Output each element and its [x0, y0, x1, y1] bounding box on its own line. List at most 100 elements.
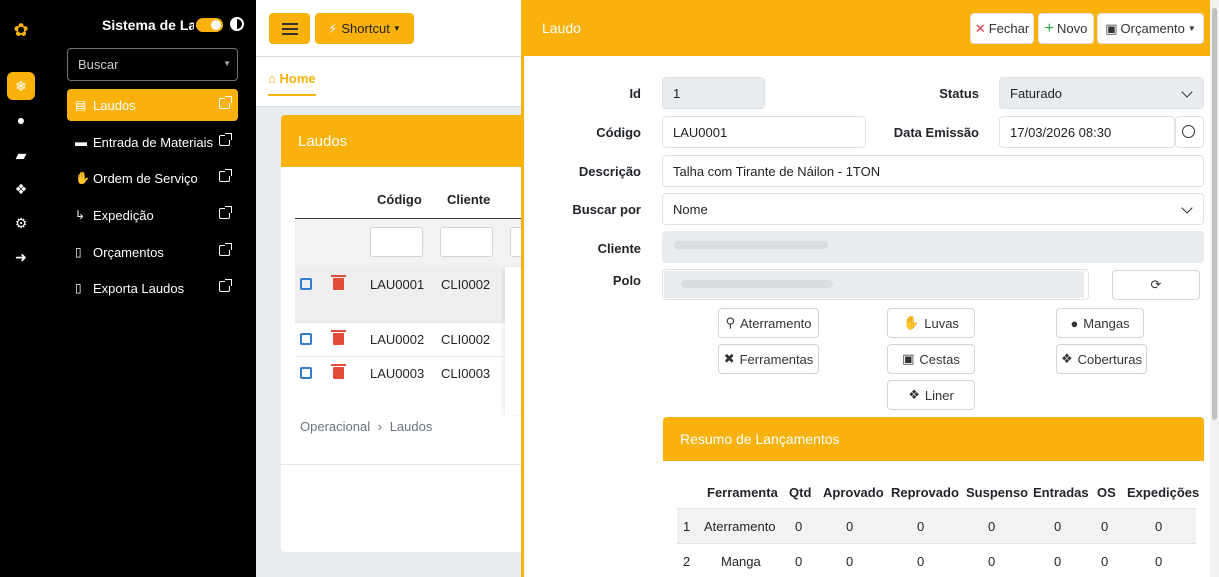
tools-icon: ✖	[723, 351, 735, 366]
codigo-label: Código	[596, 125, 641, 140]
buscar-por-select[interactable]: Nome	[662, 193, 1204, 225]
folder-open-icon[interactable]: ▰	[7, 141, 35, 169]
ferramentas-label: Ferramentas	[739, 351, 814, 367]
shortcut-dropdown-button[interactable]: ⚡ Shortcut ▼	[315, 13, 414, 44]
scrollbar[interactable]	[1210, 0, 1219, 577]
sidebar-item-laudos[interactable]: ▤ Laudos	[67, 89, 238, 121]
chevron-down-icon	[1181, 86, 1193, 98]
table-row[interactable]: LAU0003 CLI0003	[295, 356, 505, 390]
column-header-aprovado: Aprovado	[823, 485, 884, 500]
cell-entradas: 0	[1054, 554, 1062, 569]
caret-down-icon: ▼	[392, 24, 401, 33]
panel-header: Laudo ✕ Fechar + Novo ▣ Orçamento ▼	[524, 0, 1213, 56]
status-select[interactable]: Faturado	[999, 77, 1204, 109]
loading-placeholder	[681, 280, 833, 288]
app-logo-icon: ✿	[13, 19, 29, 40]
column-header-cliente[interactable]: Cliente	[447, 192, 490, 207]
column-header-suspenso: Suspenso	[966, 485, 1029, 500]
cubes-icon[interactable]: ❖	[7, 175, 35, 203]
sidebar-item-label: Entrada de Materiais	[93, 134, 213, 150]
cestas-button[interactable]: ▣ Cestas	[887, 344, 975, 374]
cogs-icon[interactable]: ⚙	[7, 209, 35, 237]
sidebar-item-exporta-laudos[interactable]: ▯ Exporta Laudos	[67, 272, 238, 304]
external-link-icon[interactable]	[219, 133, 232, 146]
contrast-icon[interactable]	[230, 17, 244, 31]
external-link-icon[interactable]	[219, 96, 232, 109]
edit-icon[interactable]	[300, 333, 312, 345]
filter-cliente-input[interactable]	[440, 227, 493, 257]
status-label: Status	[939, 86, 979, 101]
orcamento-label: Orçamento	[1120, 21, 1185, 36]
coberturas-button[interactable]: ❖ Coberturas	[1056, 344, 1147, 374]
sidebar-item-ordem-servico[interactable]: ✋ Ordem de Serviço	[67, 162, 238, 194]
external-link-icon[interactable]	[219, 279, 232, 292]
trash-icon[interactable]	[331, 275, 346, 290]
plus-icon: +	[1044, 19, 1054, 37]
laudo-detail-panel: Laudo ✕ Fechar + Novo ▣ Orçamento ▼ Id 1…	[521, 0, 1213, 577]
menu-toggle-button[interactable]	[269, 13, 310, 44]
polo-select-loading[interactable]	[662, 269, 1089, 300]
refresh-button[interactable]: ⟳	[1112, 270, 1200, 300]
column-header-entradas: Entradas	[1033, 485, 1089, 500]
luvas-button[interactable]: ✋ Luvas	[887, 308, 975, 338]
sidebar-item-orcamentos[interactable]: ▯ Orçamentos	[67, 236, 238, 268]
breadcrumb-item[interactable]: Operacional	[300, 419, 370, 434]
cell-aprovado: 0	[846, 554, 854, 569]
breadcrumb-item: Laudos	[389, 419, 433, 434]
codigo-input[interactable]: LAU0001	[662, 116, 866, 148]
scrollbar-thumb[interactable]	[1212, 8, 1217, 420]
sidebar: Sistema de Laudos Buscar ▼ ▤ Laudos ▬ En…	[54, 0, 256, 577]
liner-label: Liner	[924, 387, 954, 403]
cell-codigo: LAU0001	[370, 277, 425, 292]
cell-os: 0	[1101, 554, 1109, 569]
sidebar-item-entrada-materiais[interactable]: ▬ Entrada de Materiais	[67, 126, 238, 158]
descricao-input[interactable]: Talha com Tirante de Náilon - 1TON	[662, 155, 1204, 187]
cliente-field-loading[interactable]	[662, 231, 1204, 263]
table-row[interactable]: LAU0001 CLI0002	[295, 267, 530, 322]
cell-reprovado: 0	[917, 519, 925, 534]
novo-button[interactable]: + Novo	[1038, 13, 1094, 44]
truck-icon: ▬	[75, 135, 87, 149]
fechar-button[interactable]: ✕ Fechar	[970, 13, 1034, 44]
user-icon[interactable]: ●	[7, 106, 35, 134]
liner-button[interactable]: ❖ Liner	[887, 380, 975, 410]
theme-toggle[interactable]	[196, 18, 223, 32]
cell-aprovado: 0	[846, 519, 854, 534]
column-header-os: OS	[1097, 485, 1116, 500]
external-link-icon[interactable]	[219, 169, 232, 182]
aterramento-button[interactable]: ⚲ Aterramento	[718, 308, 819, 338]
external-link-icon[interactable]	[219, 243, 232, 256]
sidebar-search-select[interactable]: Buscar ▼	[67, 48, 238, 81]
mangas-label: Mangas	[1083, 315, 1130, 331]
cell-qtd: 0	[795, 554, 803, 569]
edit-icon[interactable]	[300, 278, 312, 290]
data-emissao-input[interactable]: 17/03/2026 08:30	[999, 116, 1175, 148]
cell-index: 1	[683, 519, 691, 534]
filter-codigo-input[interactable]	[370, 227, 423, 257]
plug-icon: ⚲	[725, 315, 735, 330]
close-icon: ✕	[974, 20, 986, 36]
orcamento-dropdown-button[interactable]: ▣ Orçamento ▼	[1097, 13, 1204, 44]
card-title: Laudos	[281, 115, 530, 167]
ferramentas-button[interactable]: ✖ Ferramentas	[718, 344, 819, 374]
edit-icon[interactable]	[300, 367, 312, 379]
loading-placeholder	[674, 241, 828, 249]
home-tab[interactable]: ⌂ Home	[268, 71, 316, 96]
mangas-button[interactable]: ● Mangas	[1056, 308, 1144, 338]
snowflake-icon[interactable]: ❄	[7, 72, 35, 100]
panel-title: Laudo	[542, 20, 581, 36]
column-header-codigo[interactable]: Código	[377, 192, 422, 207]
cell-codigo: LAU0003	[370, 366, 425, 381]
trash-icon[interactable]	[331, 364, 346, 379]
external-link-icon[interactable]	[219, 206, 232, 219]
descricao-label: Descrição	[578, 164, 641, 179]
home-label: Home	[279, 71, 316, 86]
breadcrumb: Operacional › Laudos	[300, 419, 432, 434]
sign-out-icon[interactable]: ➜	[7, 243, 35, 271]
trash-icon[interactable]	[331, 330, 346, 345]
laudos-list-card: Laudos Código Cliente LAU0001 CLI0002 LA…	[281, 115, 530, 552]
table-row[interactable]: LAU0002 CLI0002	[295, 322, 505, 356]
caret-down-icon: ▼	[1187, 24, 1196, 33]
sidebar-item-expedicao[interactable]: ↳ Expedição	[67, 199, 238, 231]
clock-button[interactable]	[1175, 116, 1204, 148]
